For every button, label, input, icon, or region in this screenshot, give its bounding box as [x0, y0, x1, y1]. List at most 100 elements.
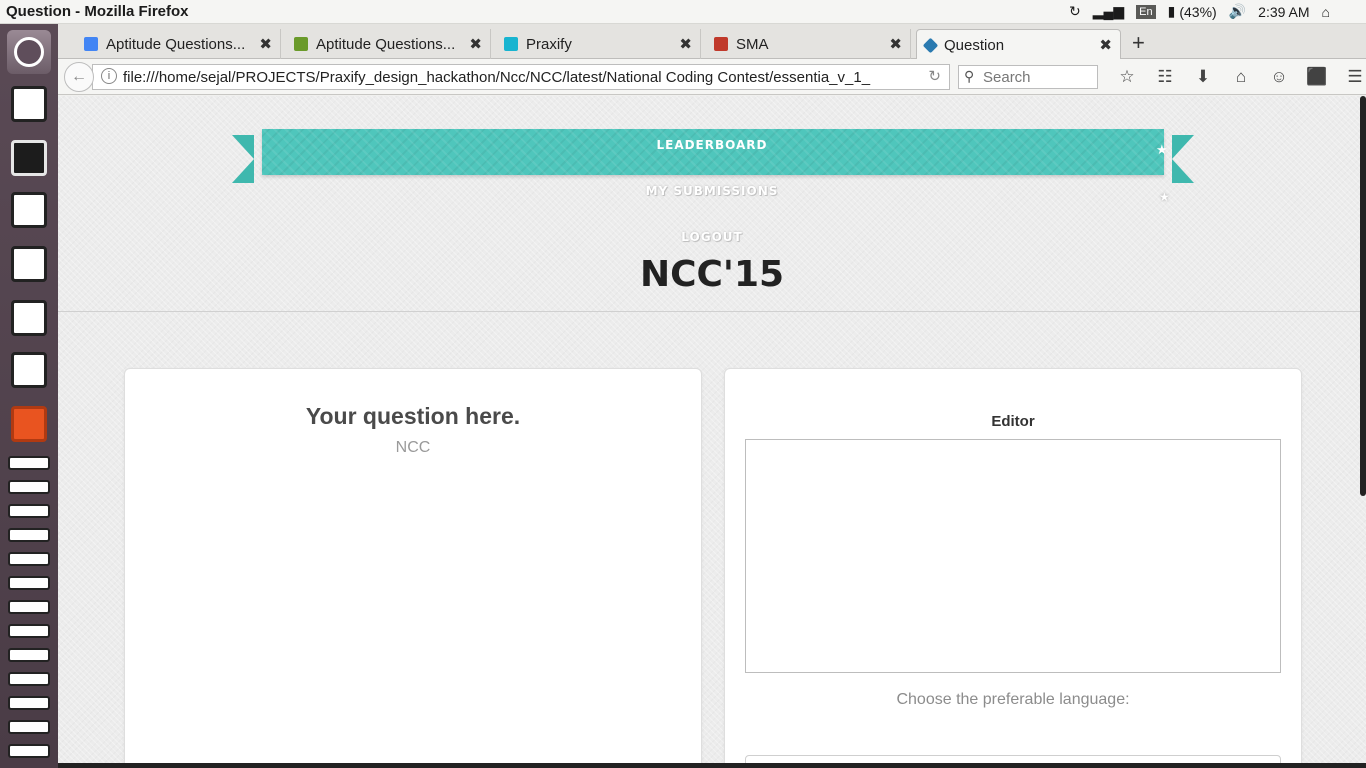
tab-label: Aptitude Questions... — [316, 35, 456, 53]
back-button[interactable]: ← — [64, 62, 94, 92]
battery-percent: (43%) — [1179, 3, 1217, 20]
launcher-writer[interactable] — [7, 348, 51, 392]
search-placeholder: Search — [983, 68, 1031, 86]
toolbar-icons: ☆ ☷ ⬇ ⌂ ☺ ⬛ ☰ — [1108, 67, 1366, 87]
nav-logout-link[interactable]: LOGOUT — [58, 230, 1366, 244]
launcher-app-5[interactable] — [8, 648, 50, 662]
site-info-icon[interactable]: i — [101, 68, 117, 84]
hello-icon[interactable]: ☺ — [1260, 67, 1298, 87]
clock[interactable]: 2:39 AM — [1258, 4, 1309, 20]
star-icon: ★ — [1156, 142, 1168, 157]
nav-leaderboard-link[interactable]: LEADERBOARD — [58, 138, 1366, 152]
sync-icon[interactable]: ↻ — [1069, 3, 1081, 20]
battery-icon: ▮ — [1167, 3, 1176, 19]
nav-ribbon — [232, 129, 1194, 183]
ubuntu-dash-button[interactable] — [7, 30, 51, 74]
launcher-app-7[interactable] — [8, 696, 50, 710]
document-icon — [11, 86, 47, 122]
volume-icon[interactable]: 🔊 — [1229, 3, 1246, 20]
sma-icon — [714, 37, 728, 51]
launcher-app-9[interactable] — [8, 744, 50, 758]
launcher-app-1[interactable] — [8, 528, 50, 542]
launcher-app-4[interactable] — [8, 600, 50, 614]
system-indicators: ↻ ▂▄▆ En ▮ (43%) 🔊 2:39 AM ⌂ — [1069, 3, 1366, 20]
url-bar[interactable]: i file:///home/sejal/PROJECTS/Praxify_de… — [92, 64, 950, 90]
window-title: Question - Mozilla Firefox — [6, 3, 189, 20]
reading-list-icon[interactable]: ☷ — [1146, 67, 1184, 87]
launcher-amazon[interactable] — [8, 504, 50, 518]
header-divider — [58, 311, 1366, 312]
star-icon: ★ — [1159, 190, 1170, 204]
question-card: Your question here. NCC — [124, 368, 702, 768]
ubuntu-logo-icon — [14, 37, 44, 67]
launcher-firefox[interactable] — [7, 136, 51, 180]
launcher-app-8[interactable] — [8, 720, 50, 734]
signal-icon[interactable]: ▂▄▆ — [1093, 3, 1124, 20]
launcher-settings[interactable] — [8, 456, 50, 470]
firefox-window: Aptitude Questions... ✖ Aptitude Questio… — [58, 24, 1366, 768]
close-tab-icon[interactable]: ✖ — [469, 35, 482, 53]
reload-icon[interactable]: ↻ — [928, 67, 941, 85]
editor-card: Editor Choose the preferable language: — [724, 368, 1302, 768]
keyboard-layout-indicator[interactable]: En — [1136, 4, 1156, 19]
navigation-toolbar: i file:///home/sejal/PROJECTS/Praxify_de… — [58, 59, 1366, 95]
ribbon-band — [262, 129, 1164, 175]
new-tab-plus-icon[interactable]: + — [1132, 30, 1145, 56]
diamond-icon — [922, 37, 939, 53]
launcher-app-2[interactable] — [8, 552, 50, 566]
brand-title: NCC'15 — [639, 254, 785, 295]
close-tab-icon[interactable]: ✖ — [1099, 36, 1112, 54]
launcher-eclipse[interactable] — [7, 296, 51, 340]
firefox-icon — [11, 140, 47, 176]
launcher-app-3[interactable] — [8, 576, 50, 590]
launcher-vlc[interactable] — [8, 480, 50, 494]
home-icon[interactable]: ⌂ — [1222, 67, 1260, 87]
tab-label: Question — [944, 36, 1005, 54]
tab-sma[interactable]: SMA ✖ — [706, 29, 911, 59]
leaf-icon — [294, 37, 308, 51]
system-top-panel: Question - Mozilla Firefox ↻ ▂▄▆ En ▮ (4… — [0, 0, 1366, 24]
search-input[interactable]: ⚲ Search — [958, 65, 1098, 89]
close-tab-icon[interactable]: ✖ — [889, 35, 902, 53]
tab-praxify[interactable]: Praxify ✖ — [496, 29, 701, 59]
question-subtitle: NCC — [395, 439, 431, 456]
tab-label: Aptitude Questions... — [106, 35, 246, 53]
launcher-calc[interactable] — [7, 242, 51, 286]
menu-hamburger-icon[interactable]: ☰ — [1336, 67, 1366, 87]
tab-bar: Aptitude Questions... ✖ Aptitude Questio… — [58, 24, 1366, 60]
page-scrollbar[interactable] — [1360, 96, 1366, 496]
eclipse-icon — [11, 300, 47, 336]
power-icon[interactable]: ⌂ — [1322, 4, 1330, 20]
downloads-icon[interactable]: ⬇ — [1184, 67, 1222, 87]
launcher-terminal[interactable] — [8, 624, 50, 638]
pocket-icon[interactable]: ⬛ — [1298, 67, 1336, 87]
google-icon — [84, 37, 98, 51]
tab-label: SMA — [736, 35, 769, 53]
bookmark-star-icon[interactable]: ☆ — [1108, 67, 1146, 87]
praxify-icon — [504, 37, 518, 51]
language-label: Choose the preferable language: — [896, 691, 1130, 708]
search-icon: ⚲ — [964, 68, 975, 84]
tab-label: Praxify — [526, 35, 572, 53]
writer-icon — [11, 352, 47, 388]
launcher-files[interactable] — [7, 188, 51, 232]
horizontal-scrollbar[interactable] — [58, 763, 1366, 768]
launcher-text-editor[interactable] — [7, 82, 51, 126]
close-tab-icon[interactable]: ✖ — [679, 35, 692, 53]
tab-aptitude-2[interactable]: Aptitude Questions... ✖ — [286, 29, 491, 59]
software-center-icon — [11, 406, 47, 442]
editor-title: Editor — [991, 413, 1035, 430]
spreadsheet-icon — [11, 246, 47, 282]
back-arrow-icon: ← — [71, 68, 87, 85]
tab-aptitude-1[interactable]: Aptitude Questions... ✖ — [76, 29, 281, 59]
close-tab-icon[interactable]: ✖ — [259, 35, 272, 53]
battery-indicator[interactable]: ▮ (43%) — [1168, 3, 1217, 20]
launcher-software-center[interactable] — [7, 402, 51, 446]
question-title: Your question here. — [305, 403, 521, 429]
tab-question[interactable]: Question ✖ — [916, 29, 1121, 60]
url-text[interactable]: file:///home/sejal/PROJECTS/Praxify_desi… — [123, 69, 913, 86]
launcher-app-6[interactable] — [8, 672, 50, 686]
file-cabinet-icon — [11, 192, 47, 228]
code-editor-textarea[interactable] — [745, 439, 1281, 673]
page-viewport: LEADERBOARD ★ MY SUBMISSIONS ★ LOGOUT NC… — [58, 96, 1366, 768]
